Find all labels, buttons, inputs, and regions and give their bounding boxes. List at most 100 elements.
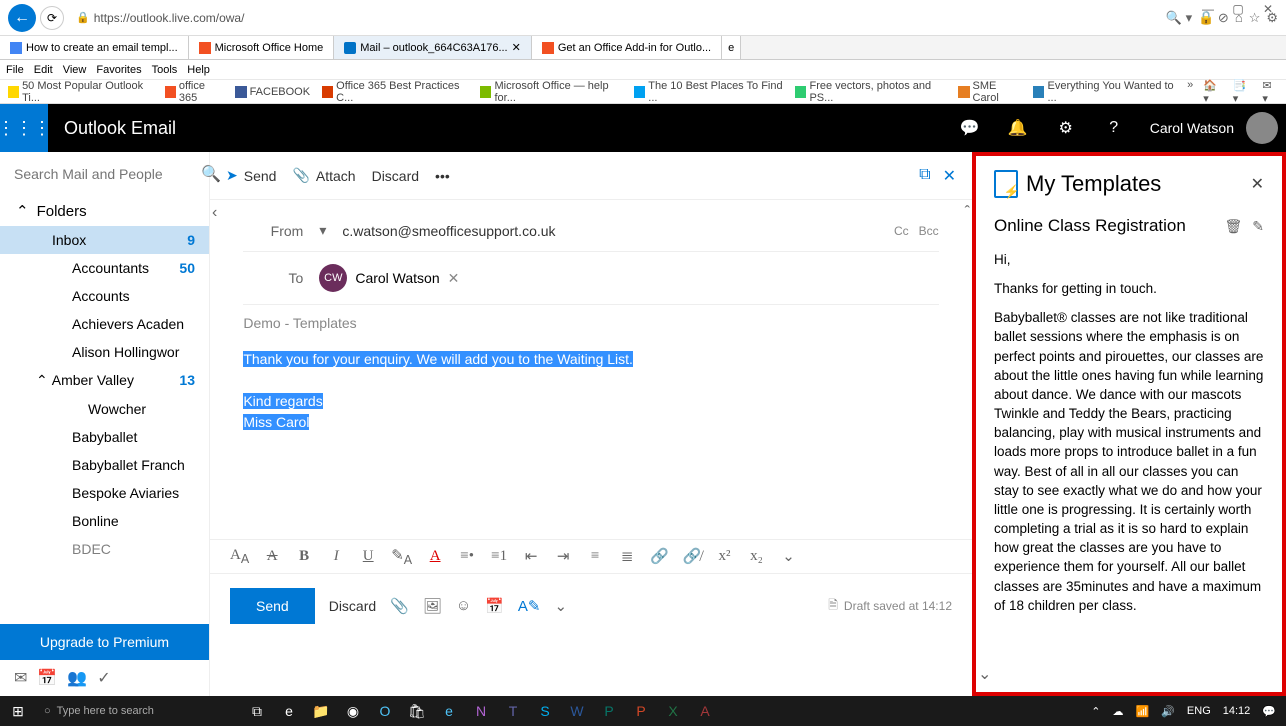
outdent-button[interactable]: ⇤ xyxy=(522,547,540,566)
folder-item[interactable]: Accountants50 xyxy=(0,254,209,282)
cc-button[interactable]: Cc xyxy=(894,224,909,238)
folder-item[interactable]: Alison Hollingwor xyxy=(0,338,209,366)
folder-item[interactable]: ⌃Amber Valley13 xyxy=(0,366,209,395)
tab-mail[interactable]: Mail – outlook_664C63A176... ✕ xyxy=(334,36,532,59)
chevron-down-icon[interactable]: ⌄ xyxy=(555,597,568,615)
browser-back-button[interactable]: ← xyxy=(8,4,36,32)
tray-clock[interactable]: 14:12 xyxy=(1223,705,1251,717)
people-icon[interactable]: 👥 xyxy=(67,668,87,688)
bcc-button[interactable]: Bcc xyxy=(919,224,939,238)
tab-ms-home[interactable]: Microsoft Office Home xyxy=(189,36,335,59)
taskbar-ie[interactable]: e xyxy=(434,699,464,723)
mail-small-icon[interactable]: ✉ ▾ xyxy=(1262,79,1278,105)
menu-file[interactable]: File xyxy=(6,64,24,76)
send-action[interactable]: ➤Send xyxy=(226,167,276,184)
taskbar-access[interactable]: A xyxy=(690,699,720,723)
bookmark-overflow[interactable]: » xyxy=(1187,79,1193,105)
attachment-icon[interactable]: 📎 xyxy=(390,597,409,615)
edit-template-icon[interactable]: ✎ xyxy=(1252,218,1264,235)
chat-icon[interactable]: 💬 xyxy=(946,104,994,152)
textsize-icon[interactable]: AA xyxy=(230,547,249,566)
attach-action[interactable]: 📎Attach xyxy=(292,167,355,184)
folder-item[interactable]: Babyballet Franch xyxy=(0,451,209,479)
notifications-icon[interactable]: 🔔 xyxy=(994,104,1042,152)
home-small-icon[interactable]: 🏠 ▾ xyxy=(1203,79,1223,105)
image-icon[interactable]: 🖼 xyxy=(423,597,442,615)
search-input[interactable] xyxy=(14,166,195,182)
feed-icon[interactable]: 📑 ▾ xyxy=(1233,79,1253,105)
bookmark-item[interactable]: office 365 xyxy=(165,80,223,104)
search-dropdown-icon[interactable]: 🔍 ▾ xyxy=(1166,10,1192,26)
bookmark-item[interactable]: SME Carol xyxy=(958,80,1021,104)
taskbar-publisher[interactable]: P xyxy=(594,699,624,723)
taskbar-edge[interactable]: e xyxy=(274,699,304,723)
scroll-down-icon[interactable]: ⌄ xyxy=(978,664,991,684)
taskbar-onenote[interactable]: N xyxy=(466,699,496,723)
folder-item[interactable]: Accounts xyxy=(0,282,209,310)
taskbar-explorer[interactable]: 📁 xyxy=(306,699,336,723)
superscript-button[interactable]: x² xyxy=(715,548,733,565)
font-options-icon[interactable]: A✎ xyxy=(518,597,541,615)
taskbar-chrome[interactable]: ◉ xyxy=(338,699,368,723)
subscript-button[interactable]: x₂ xyxy=(747,548,765,565)
tray-wifi-icon[interactable]: 📶 xyxy=(1136,705,1150,718)
numbering-button[interactable]: ≡1 xyxy=(490,548,508,565)
taskbar-store[interactable]: 🛍 xyxy=(402,699,432,723)
taskbar-outlook[interactable]: O xyxy=(370,699,400,723)
bookmark-item[interactable]: Everything You Wanted to ... xyxy=(1033,80,1175,104)
menu-help[interactable]: Help xyxy=(187,64,210,76)
folder-item[interactable]: Achievers Acaden xyxy=(0,310,209,338)
tray-notifications-icon[interactable]: 💬 xyxy=(1262,705,1276,718)
tray-up-icon[interactable]: ⌃ xyxy=(1091,705,1100,718)
menu-view[interactable]: View xyxy=(63,64,87,76)
format-more[interactable]: ⌄ xyxy=(779,547,797,566)
folder-item[interactable]: Wowcher xyxy=(0,395,209,423)
user-name[interactable]: Carol Watson xyxy=(1138,120,1246,136)
taskbar-word[interactable]: W xyxy=(562,699,592,723)
italic-button[interactable]: I xyxy=(327,548,345,565)
tray-onedrive-icon[interactable]: ☁ xyxy=(1113,705,1124,718)
taskbar-search[interactable]: ○ Type here to search xyxy=(36,705,236,717)
bookmark-item[interactable]: 50 Most Popular Outlook Ti... xyxy=(8,80,153,104)
app-launcher-button[interactable]: ⋮⋮⋮ xyxy=(0,104,48,152)
clearformat-icon[interactable]: A xyxy=(263,548,281,565)
from-dropdown-icon[interactable]: ▾ xyxy=(319,222,326,239)
tray-lang[interactable]: ENG xyxy=(1187,705,1211,717)
taskbar-powerpoint[interactable]: P xyxy=(626,699,656,723)
fontcolor-button[interactable]: A xyxy=(426,548,444,565)
window-maximize[interactable]: ▢ xyxy=(1226,2,1250,16)
settings-icon[interactable]: ⚙ xyxy=(1042,104,1090,152)
calendar-icon[interactable]: 📅 xyxy=(37,668,57,688)
subject-input[interactable]: Demo - Templates xyxy=(243,305,938,341)
bookmark-item[interactable]: The 10 Best Places To Find ... xyxy=(634,80,783,104)
collapse-arrow[interactable]: ‹ xyxy=(210,200,219,539)
indent-button[interactable]: ⇥ xyxy=(554,547,572,566)
unlink-button[interactable]: 🔗̸ xyxy=(683,547,702,566)
tray-volume-icon[interactable]: 🔊 xyxy=(1161,705,1175,718)
tab-howto[interactable]: How to create an email templ... xyxy=(0,36,189,59)
taskbar-skype[interactable]: S xyxy=(530,699,560,723)
bookmark-item[interactable]: FACEBOOK xyxy=(235,86,311,98)
folder-item[interactable]: BDEC xyxy=(0,535,209,563)
bookmark-item[interactable]: Microsoft Office — help for... xyxy=(480,80,622,104)
mail-icon[interactable]: ✉ xyxy=(14,668,27,688)
start-button[interactable]: ⊞ xyxy=(0,696,36,726)
highlight-button[interactable]: ✎A xyxy=(391,546,412,567)
window-minimize[interactable]: — xyxy=(1196,2,1220,16)
more-actions[interactable]: ••• xyxy=(435,168,450,184)
bookmark-item[interactable]: Office 365 Best Practices C... xyxy=(322,80,468,104)
close-compose-icon[interactable]: ✕ xyxy=(943,166,956,186)
discard-action[interactable]: Discard xyxy=(372,168,419,184)
bookmark-item[interactable]: Free vectors, photos and PS... xyxy=(795,80,946,104)
alignleft-button[interactable]: ≡ xyxy=(586,548,604,565)
folder-item[interactable]: Bonline xyxy=(0,507,209,535)
folders-header[interactable]: ⌃ Folders xyxy=(0,196,209,226)
tab-edge[interactable]: e xyxy=(722,36,741,59)
template-item-header[interactable]: Online Class Registration 🗑 ✎ xyxy=(994,210,1264,242)
taskbar-excel[interactable]: X xyxy=(658,699,688,723)
folder-inbox[interactable]: Inbox9 xyxy=(0,226,209,254)
menu-tools[interactable]: Tools xyxy=(152,64,178,76)
tasks-icon[interactable]: ✓ xyxy=(97,668,110,688)
aligncenter-button[interactable]: ≣ xyxy=(618,547,636,566)
underline-button[interactable]: U xyxy=(359,548,377,565)
